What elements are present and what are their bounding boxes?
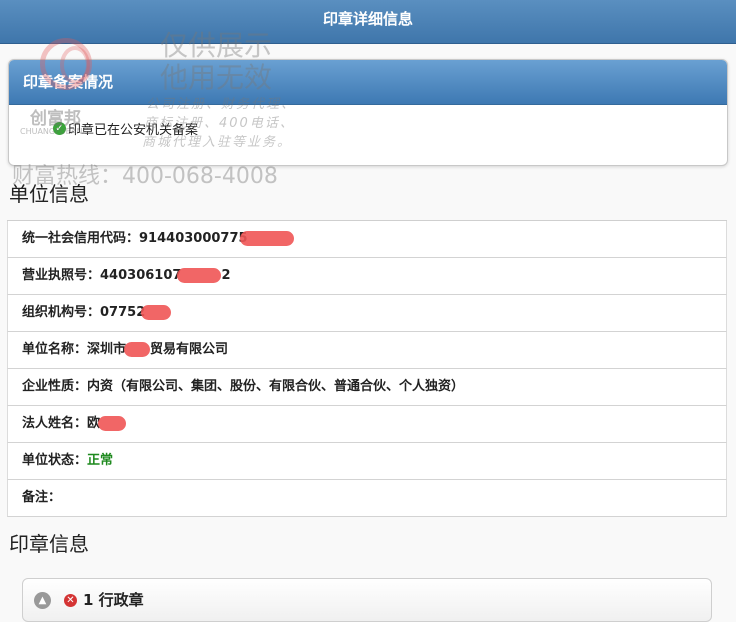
error-icon: ✕ <box>64 594 77 607</box>
header-bar: 印章详细信息 <box>0 0 736 44</box>
row-unit-status: 单位状态：正常 <box>7 443 727 480</box>
redaction-mark <box>141 305 172 320</box>
redaction-mark <box>98 416 127 431</box>
redaction-mark <box>239 231 294 246</box>
row-org-code: 组织机构号：07752 <box>7 295 727 332</box>
row-value: 07752 <box>100 305 146 320</box>
seal-item-label: 1 行政章 <box>83 591 144 609</box>
row-value-suffix: 贸易有限公司 <box>150 342 229 357</box>
row-enterprise-type: 企业性质：内资（有限公司、集团、股份、有限合伙、普通合伙、个人独资） <box>7 369 727 406</box>
row-label: 组织机构号： <box>22 305 101 320</box>
status-badge: 正常 <box>87 453 114 468</box>
record-panel-body: ✓ 印章已在公安机关备案 <box>9 105 727 138</box>
redaction-mark <box>124 342 151 357</box>
record-status-text: 印章已在公安机关备案 <box>68 123 199 138</box>
row-value: 深圳市 <box>87 342 127 357</box>
chevron-up-icon[interactable]: ▲ <box>34 592 51 609</box>
seal-section-title: 印章信息 <box>9 532 89 556</box>
record-panel-title: 印章备案情况 <box>9 60 727 105</box>
row-value: 内资（有限公司、集团、股份、有限合伙、普通合伙、个人独资） <box>87 379 465 394</box>
row-label: 单位名称： <box>22 342 88 357</box>
row-legal-person: 法人姓名：欧 <box>7 406 727 443</box>
row-unit-name: 单位名称：深圳市 贸易有限公司 <box>7 332 727 369</box>
row-credit-code: 统一社会信用代码：914403000775 <box>7 221 727 258</box>
check-circle-icon: ✓ <box>53 122 66 135</box>
record-panel: 印章备案情况 ✓ 印章已在公安机关备案 <box>8 59 728 166</box>
row-value: 440306107 <box>100 268 182 283</box>
row-value-suffix: 2 <box>221 268 231 283</box>
row-label: 营业执照号： <box>22 268 101 283</box>
unit-section-title: 单位信息 <box>9 182 89 206</box>
row-label: 统一社会信用代码： <box>22 231 140 246</box>
row-license-number: 营业执照号：440306107 2 <box>7 258 727 295</box>
row-value: 914403000775 <box>139 231 248 246</box>
row-label: 法人姓名： <box>22 416 88 431</box>
row-label: 企业性质： <box>22 379 88 394</box>
row-label: 单位状态： <box>22 453 88 468</box>
row-label: 备注： <box>22 490 62 505</box>
redaction-mark <box>177 268 222 283</box>
seal-item-collapsible[interactable]: ▲ ✕ 1 行政章 <box>22 578 712 622</box>
page-title: 印章详细信息 <box>322 10 413 28</box>
row-remarks: 备注： <box>7 480 727 517</box>
unit-info-list: 统一社会信用代码：914403000775 营业执照号：440306107 2 组… <box>7 220 727 517</box>
